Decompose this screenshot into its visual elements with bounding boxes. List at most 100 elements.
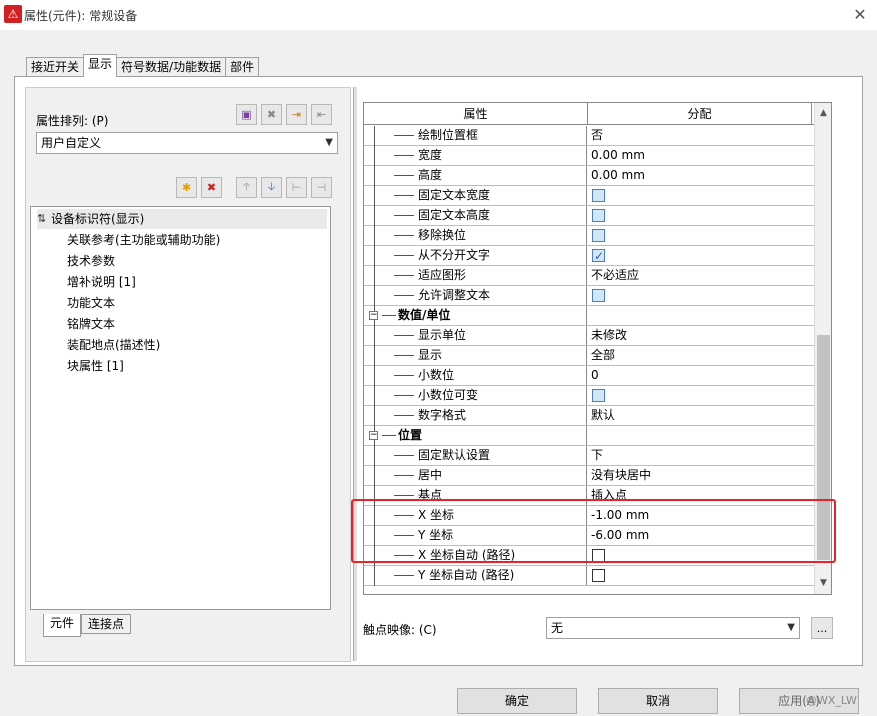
- vertical-scrollbar[interactable]: ▲ ▼: [814, 103, 831, 594]
- tab-element[interactable]: 元件: [43, 614, 82, 637]
- more-button[interactable]: ...: [811, 617, 833, 639]
- sort-select[interactable]: 用户自定义 ▼: [36, 132, 338, 154]
- property-name-cell[interactable]: − 数值/单位: [364, 306, 587, 326]
- property-name-cell[interactable]: 数字格式: [364, 406, 587, 426]
- property-value-cell[interactable]: 0.00 mm: [588, 146, 812, 165]
- list-item[interactable]: 装配地点(描述性): [67, 335, 160, 355]
- property-row[interactable]: 小数位可变: [364, 386, 814, 406]
- category-row[interactable]: − 位置: [364, 426, 814, 446]
- property-value-cell[interactable]: [588, 386, 812, 405]
- scroll-thumb[interactable]: [817, 335, 830, 560]
- contact-image-select[interactable]: 无 ▼: [546, 617, 800, 639]
- align-left-icon[interactable]: ⊢: [286, 177, 307, 198]
- property-row[interactable]: 移除换位: [364, 226, 814, 246]
- property-value-cell[interactable]: 0.00 mm: [588, 166, 812, 185]
- property-value-cell[interactable]: 不必适应: [588, 266, 812, 285]
- property-name-cell[interactable]: 固定文本宽度: [364, 186, 587, 206]
- tab-proximity-switch[interactable]: 接近开关: [26, 57, 85, 77]
- export-icon[interactable]: ⇤: [311, 104, 332, 125]
- property-row[interactable]: 显示 全部: [364, 346, 814, 366]
- property-row[interactable]: 高度 0.00 mm: [364, 166, 814, 186]
- property-row[interactable]: 显示单位 未修改: [364, 326, 814, 346]
- close-button[interactable]: ✕: [849, 4, 871, 26]
- move-up-icon[interactable]: 🡡: [236, 177, 257, 198]
- property-row[interactable]: Y 坐标自动 (路径): [364, 566, 814, 586]
- new-star-icon[interactable]: ✱: [176, 177, 197, 198]
- tab-parts[interactable]: 部件: [225, 57, 260, 77]
- property-row[interactable]: 固定文本宽度: [364, 186, 814, 206]
- checkbox[interactable]: [592, 549, 605, 562]
- property-name-cell[interactable]: 显示: [364, 346, 587, 366]
- tab-connection-points[interactable]: 连接点: [81, 614, 132, 634]
- property-row[interactable]: 数字格式 默认: [364, 406, 814, 426]
- property-row[interactable]: X 坐标自动 (路径): [364, 546, 814, 566]
- property-row[interactable]: 固定默认设置 下: [364, 446, 814, 466]
- list-item[interactable]: ⇅ 设备标识符(显示): [37, 209, 327, 229]
- property-row[interactable]: 绘制位置框 否: [364, 126, 814, 146]
- property-value-cell[interactable]: 插入点: [588, 486, 812, 505]
- property-value-cell[interactable]: [588, 186, 812, 205]
- align-right-icon[interactable]: ⊣: [311, 177, 332, 198]
- property-name-cell[interactable]: 基点: [364, 486, 587, 506]
- property-value-cell[interactable]: 未修改: [588, 326, 812, 345]
- property-value-cell[interactable]: 没有块居中: [588, 466, 812, 485]
- column-header-property[interactable]: 属性: [364, 103, 588, 125]
- property-name-cell[interactable]: 允许调整文本: [364, 286, 587, 306]
- property-name-cell[interactable]: 固定默认设置: [364, 446, 587, 466]
- property-name-cell[interactable]: 适应图形: [364, 266, 587, 286]
- list-item[interactable]: 技术参数: [67, 251, 115, 271]
- property-value-cell[interactable]: -6.00 mm: [588, 526, 812, 545]
- scroll-up-icon[interactable]: ▲: [815, 105, 831, 122]
- property-value-cell[interactable]: [588, 286, 812, 305]
- list-item[interactable]: 功能文本: [67, 293, 115, 313]
- checkbox[interactable]: [592, 289, 605, 302]
- category-row[interactable]: − 数值/单位: [364, 306, 814, 326]
- save-icon[interactable]: ▣: [236, 104, 257, 125]
- list-item[interactable]: 增补说明 [1]: [67, 272, 136, 292]
- property-name-cell[interactable]: 绘制位置框: [364, 126, 587, 146]
- property-value-cell[interactable]: 否: [588, 126, 812, 145]
- list-item[interactable]: 块属性 [1]: [67, 356, 124, 376]
- property-value-cell[interactable]: [588, 226, 812, 245]
- property-row[interactable]: 宽度 0.00 mm: [364, 146, 814, 166]
- property-name-cell[interactable]: 显示单位: [364, 326, 587, 346]
- checkbox[interactable]: [592, 189, 605, 202]
- tab-symbol-function-data[interactable]: 符号数据/功能数据: [116, 57, 227, 77]
- property-row[interactable]: 从不分开文字: [364, 246, 814, 266]
- checkbox[interactable]: [592, 569, 605, 582]
- property-value-cell[interactable]: 全部: [588, 346, 812, 365]
- ok-button[interactable]: 确定: [457, 688, 577, 714]
- property-name-cell[interactable]: Y 坐标: [364, 526, 587, 546]
- property-row[interactable]: 居中 没有块居中: [364, 466, 814, 486]
- property-name-cell[interactable]: 高度: [364, 166, 587, 186]
- delete-scheme-icon[interactable]: ✖: [261, 104, 282, 125]
- import-icon[interactable]: ⇥: [286, 104, 307, 125]
- property-row[interactable]: 适应图形 不必适应: [364, 266, 814, 286]
- property-name-cell[interactable]: − 位置: [364, 426, 587, 446]
- list-item[interactable]: 关联参考(主功能或辅助功能): [67, 230, 220, 250]
- splitter[interactable]: [353, 87, 357, 661]
- property-value-cell[interactable]: [588, 246, 812, 266]
- property-name-cell[interactable]: 小数位: [364, 366, 587, 386]
- property-name-cell[interactable]: 小数位可变: [364, 386, 587, 406]
- checkbox[interactable]: [592, 389, 605, 402]
- property-name-cell[interactable]: 从不分开文字: [364, 246, 587, 266]
- property-row[interactable]: 固定文本高度: [364, 206, 814, 226]
- list-item[interactable]: 铭牌文本: [67, 314, 115, 334]
- checkbox[interactable]: [592, 247, 605, 266]
- tab-display[interactable]: 显示: [83, 54, 118, 77]
- property-name-cell[interactable]: Y 坐标自动 (路径): [364, 566, 587, 586]
- property-row[interactable]: Y 坐标 -6.00 mm: [364, 526, 814, 546]
- property-row[interactable]: 小数位 0: [364, 366, 814, 386]
- property-value-cell[interactable]: 0: [588, 366, 812, 385]
- property-name-cell[interactable]: 宽度: [364, 146, 587, 166]
- property-name-cell[interactable]: 固定文本高度: [364, 206, 587, 226]
- property-row[interactable]: 允许调整文本: [364, 286, 814, 306]
- property-value-cell[interactable]: [588, 546, 812, 565]
- property-row[interactable]: X 坐标 -1.00 mm: [364, 506, 814, 526]
- scroll-down-icon[interactable]: ▼: [815, 575, 831, 592]
- column-header-value[interactable]: 分配: [588, 103, 812, 125]
- property-value-cell[interactable]: -1.00 mm: [588, 506, 812, 525]
- delete-icon[interactable]: ✖: [201, 177, 222, 198]
- collapse-icon[interactable]: −: [369, 431, 378, 440]
